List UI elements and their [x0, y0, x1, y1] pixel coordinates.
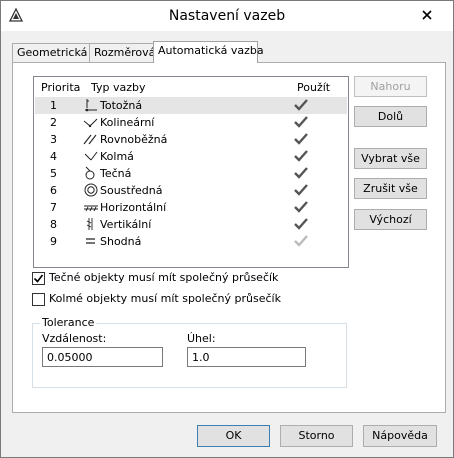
header-use[interactable]: Použít: [297, 81, 330, 94]
row-priority: 4: [50, 150, 57, 163]
header-type[interactable]: Typ vazby: [91, 81, 146, 94]
use-checkmark-icon[interactable]: [293, 183, 309, 197]
tangent-checkbox[interactable]: [32, 272, 45, 285]
distance-label: Vzdálenost:: [42, 332, 107, 345]
row-priority: 6: [50, 184, 57, 197]
perpendicular-checkbox[interactable]: [32, 293, 45, 306]
tab-panel: Priorita Typ vazby Použít 1 Totožná 2 Ko…: [12, 62, 446, 413]
dialog-window: Nastavení vazeb Geometrická Rozměrová Au…: [0, 0, 454, 458]
list-item[interactable]: 3 Rovnoběžná: [35, 131, 347, 148]
concentric-icon: [83, 183, 99, 197]
tab-label: Automatická vazba: [158, 44, 264, 57]
tolerance-group: Tolerance Vzdálenost: Úhel:: [32, 316, 347, 388]
cancel-button[interactable]: Storno: [280, 425, 353, 447]
list-item[interactable]: 5 Tečná: [35, 165, 347, 182]
row-priority: 5: [50, 167, 57, 180]
use-checkmark-icon[interactable]: [293, 98, 309, 112]
row-name: Rovnoběžná: [100, 133, 168, 146]
select-all-button[interactable]: Vybrat vše: [354, 148, 427, 169]
row-name: Shodná: [100, 235, 142, 248]
horizontal-icon: [83, 200, 99, 214]
list-item[interactable]: 4 Kolmá: [35, 148, 347, 165]
use-checkmark-icon[interactable]: [293, 132, 309, 146]
row-name: Horizontální: [100, 201, 167, 214]
perpendicular-icon: [83, 149, 99, 163]
row-priority: 3: [50, 133, 57, 146]
row-priority: 7: [50, 201, 57, 214]
row-name: Tečná: [100, 167, 132, 180]
move-down-button[interactable]: Dolů: [354, 106, 427, 127]
close-button[interactable]: [414, 6, 440, 24]
tab-autoconstrain[interactable]: Automatická vazba: [153, 41, 264, 63]
row-name: Kolmá: [100, 150, 134, 163]
tangent-icon: [83, 166, 99, 180]
use-checkmark-icon[interactable]: [293, 234, 309, 248]
use-checkmark-icon[interactable]: [293, 149, 309, 163]
angle-input[interactable]: [187, 347, 306, 367]
list-item[interactable]: 6 Soustředná: [35, 182, 347, 199]
row-priority: 8: [50, 218, 57, 231]
row-priority: 1: [50, 99, 57, 112]
list-item[interactable]: 8 Vertikální: [35, 216, 347, 233]
header-priority[interactable]: Priorita: [41, 81, 80, 94]
vertical-icon: [83, 217, 99, 231]
list-item[interactable]: 9 Shodná: [35, 233, 347, 250]
perpendicular-checkbox-label[interactable]: Kolmé objekty musí mít společný průsečík: [49, 292, 281, 305]
move-up-button[interactable]: Nahoru: [354, 76, 427, 97]
use-checkmark-icon[interactable]: [293, 200, 309, 214]
distance-input[interactable]: [42, 347, 163, 367]
tangent-checkbox-label[interactable]: Tečné objekty musí mít společný průsečík: [49, 271, 278, 284]
tab-dimensional[interactable]: Rozměrová: [89, 43, 158, 62]
use-checkmark-icon[interactable]: [293, 217, 309, 231]
clear-all-button[interactable]: Zrušit vše: [354, 178, 427, 199]
tab-geometric[interactable]: Geometrická: [12, 43, 91, 62]
ok-button[interactable]: OK: [197, 425, 270, 447]
tab-label: Rozměrová: [94, 46, 156, 59]
dialog-title: Nastavení vazeb: [168, 8, 286, 24]
row-name: Soustředná: [100, 184, 163, 197]
close-icon: [422, 10, 432, 20]
parallel-icon: [83, 132, 99, 146]
tolerance-legend: Tolerance: [40, 316, 97, 329]
list-header: Priorita Typ vazby Použít: [34, 77, 348, 96]
row-name: Totožná: [100, 99, 143, 112]
use-checkmark-icon[interactable]: [293, 115, 309, 129]
use-checkmark-icon[interactable]: [293, 166, 309, 180]
coincident-icon: [83, 98, 99, 112]
list-item[interactable]: 7 Horizontální: [35, 199, 347, 216]
row-name: Kolineární: [100, 116, 155, 129]
row-priority: 9: [50, 235, 57, 248]
help-button[interactable]: Nápověda: [363, 425, 437, 447]
collinear-icon: [83, 115, 99, 129]
check-icon: [33, 274, 44, 283]
equal-icon: [83, 234, 99, 248]
tab-label: Geometrická: [17, 46, 88, 59]
list-item[interactable]: 2 Kolineární: [35, 114, 347, 131]
reset-button[interactable]: Výchozí: [354, 209, 427, 230]
constraint-list[interactable]: Priorita Typ vazby Použít 1 Totožná 2 Ko…: [33, 76, 349, 268]
list-item[interactable]: 1 Totožná: [35, 97, 347, 114]
title-bar: Nastavení vazeb: [1, 1, 453, 31]
row-priority: 2: [50, 116, 57, 129]
angle-label: Úhel:: [187, 332, 216, 345]
row-name: Vertikální: [100, 218, 152, 231]
